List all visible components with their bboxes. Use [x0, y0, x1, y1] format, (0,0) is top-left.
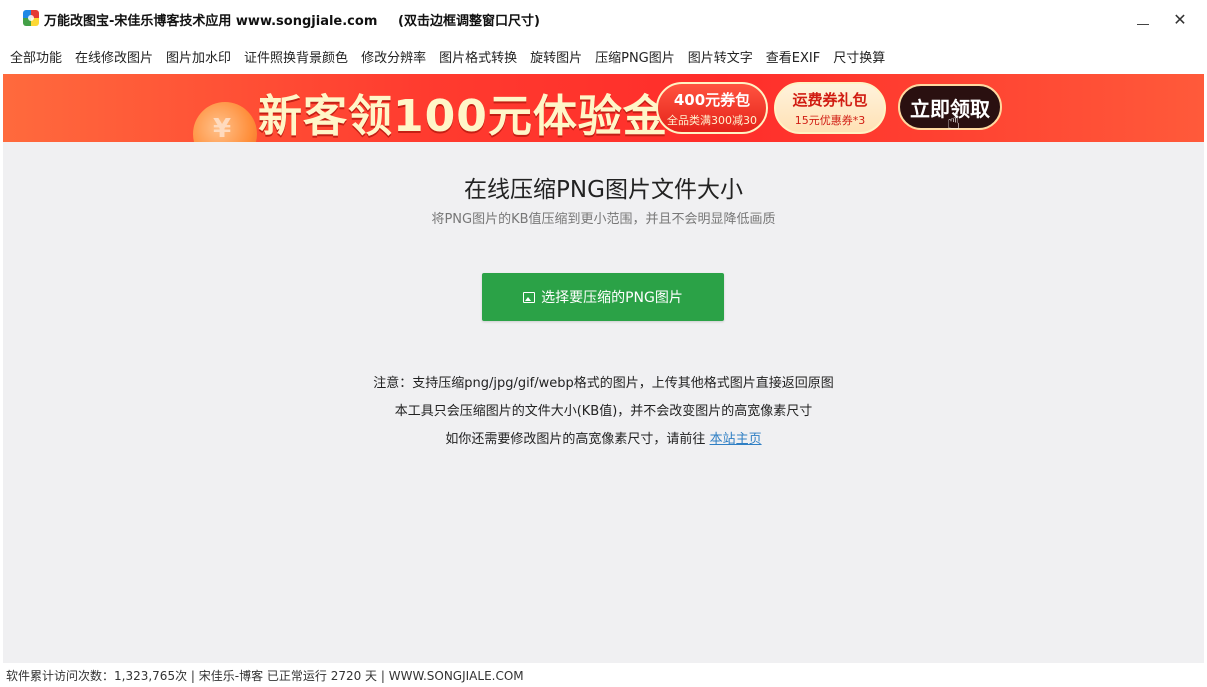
- title-bar: 万能改图宝-宋佳乐博客技术应用 www.songjiale.com (双击边框调…: [0, 0, 1207, 38]
- window-resize-hint: (双击边框调整窗口尺寸): [398, 14, 540, 29]
- menu-item-format-convert[interactable]: 图片格式转换: [439, 47, 517, 66]
- menu-item-size-convert[interactable]: 尺寸换算: [833, 47, 885, 66]
- note-resize-text: 如你还需要修改图片的高宽像素尺寸，请前往: [445, 432, 710, 447]
- promo-banner[interactable]: ¥ 新客领100元体验金 400元券包 全品类满300减30 运费券礼包 15元…: [3, 74, 1204, 142]
- minimize-button[interactable]: [1128, 6, 1158, 32]
- page-subtitle: 将PNG图片的KB值压缩到更小范围，并且不会明显降低画质: [431, 212, 776, 227]
- window-title: 万能改图宝-宋佳乐博客技术应用 www.songjiale.com: [44, 14, 378, 29]
- close-button[interactable]: ✕: [1165, 6, 1195, 32]
- note-supported-formats: 注意：支持压缩png/jpg/gif/webp格式的图片，上传其他格式图片直接返…: [373, 376, 834, 391]
- menu-bar: 全部功能 在线修改图片 图片加水印 证件照换背景颜色 修改分辨率 图片格式转换 …: [0, 38, 1207, 74]
- status-text: 软件累计访问次数：1,323,765次 | 宋佳乐-博客 已正常运行 2720 …: [6, 668, 524, 683]
- yen-icon: ¥: [213, 114, 232, 142]
- menu-item-image-to-text[interactable]: 图片转文字: [688, 47, 753, 66]
- minimize-icon: [1137, 23, 1149, 25]
- shipping-coupon-badge[interactable]: 运费券礼包 15元优惠券*3: [774, 82, 886, 134]
- note-resize-hint: 如你还需要修改图片的高宽像素尺寸，请前往 本站主页: [3, 428, 1204, 447]
- coupon-pack-badge[interactable]: 400元券包 全品类满300减30: [656, 82, 768, 134]
- page-title: 在线压缩PNG图片文件大小: [464, 177, 743, 203]
- menu-item-edit-image[interactable]: 在线修改图片: [75, 47, 153, 66]
- choose-png-label: 选择要压缩的PNG图片: [541, 290, 683, 306]
- pointer-hand-icon: ☝: [947, 110, 961, 135]
- menu-item-rotate[interactable]: 旋转图片: [530, 47, 582, 66]
- coupon-pack-detail: 全品类满300减30: [667, 113, 757, 127]
- menu-item-all-features[interactable]: 全部功能: [10, 47, 62, 66]
- status-bar: 软件累计访问次数：1,323,765次 | 宋佳乐-博客 已正常运行 2720 …: [0, 663, 1207, 687]
- menu-item-id-photo-background[interactable]: 证件照换背景颜色: [244, 47, 348, 66]
- close-icon: ✕: [1173, 9, 1187, 29]
- shipping-coupon-detail: 15元优惠券*3: [794, 113, 866, 127]
- menu-item-view-exif[interactable]: 查看EXIF: [766, 47, 820, 66]
- homepage-link[interactable]: 本站主页: [710, 432, 762, 447]
- menu-item-compress-png[interactable]: 压缩PNG图片: [595, 47, 675, 66]
- menu-item-resolution[interactable]: 修改分辨率: [361, 47, 426, 66]
- image-icon: [523, 291, 536, 303]
- shipping-coupon-title: 运费券礼包: [792, 90, 868, 109]
- app-icon: [23, 10, 39, 26]
- coupon-pack-title: 400元券包: [673, 90, 751, 109]
- menu-item-watermark[interactable]: 图片加水印: [166, 47, 231, 66]
- banner-headline: 新客领100元体验金: [258, 91, 668, 142]
- main-panel: 在线压缩PNG图片文件大小 将PNG图片的KB值压缩到更小范围，并且不会明显降低…: [3, 142, 1204, 663]
- note-size-only: 本工具只会压缩图片的文件大小(KB值)，并不会改变图片的高宽像素尺寸: [394, 404, 813, 419]
- coin-icon: ¥: [193, 102, 257, 142]
- choose-png-button[interactable]: 选择要压缩的PNG图片: [482, 273, 724, 321]
